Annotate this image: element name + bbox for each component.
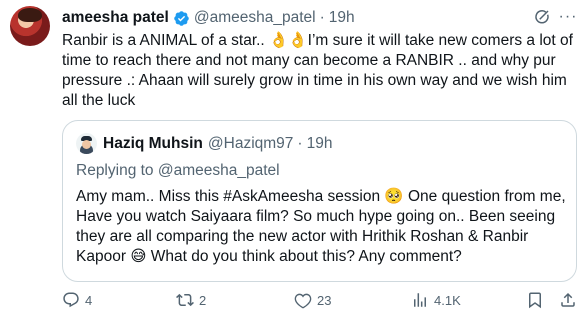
bookmark-icon bbox=[529, 292, 541, 309]
grok-icon[interactable] bbox=[533, 8, 551, 26]
like-count: 23 bbox=[317, 292, 332, 308]
share-button[interactable] bbox=[559, 289, 582, 311]
repost-button[interactable]: 2 bbox=[176, 289, 206, 311]
quote-author-handle[interactable]: @Haziqm97 bbox=[208, 135, 294, 153]
replying-to: Replying to @ameesha_patel bbox=[76, 162, 280, 180]
reply-count: 4 bbox=[85, 292, 93, 308]
post-text: Ranbir is a ANIMAL of a star.. 👌👌I’m sur… bbox=[62, 31, 577, 111]
repost-icon bbox=[176, 293, 194, 307]
action-bar: 4 2 23 4.1K bbox=[62, 289, 577, 311]
author-handle[interactable]: @ameesha_patel bbox=[194, 9, 316, 27]
author-avatar[interactable] bbox=[10, 6, 50, 46]
header-separator: · bbox=[319, 9, 325, 26]
views-button[interactable]: 4.1K bbox=[411, 289, 461, 311]
post-text-line: Ranbir is a ANIMAL of a star.. 👌👌I’m sur… bbox=[62, 32, 573, 49]
quoted-post[interactable]: Haziq Muhsin @Haziqm97 · 19h Replying to… bbox=[62, 120, 577, 282]
author-name[interactable]: ameesha patel bbox=[62, 9, 169, 27]
reply-button[interactable]: 4 bbox=[62, 289, 92, 311]
quote-text-line: they are all comparing the new actor wit… bbox=[76, 228, 529, 245]
views-icon bbox=[414, 293, 426, 307]
views-count: 4.1K bbox=[434, 292, 461, 308]
post-header: ameesha patel @ameesha_patel · 19h bbox=[62, 7, 355, 29]
quote-header: Haziq Muhsin @Haziqm97 · 19h bbox=[103, 133, 332, 155]
post-text-line: time to reach there and not many can bec… bbox=[62, 52, 556, 69]
bookmark-button[interactable] bbox=[526, 289, 549, 311]
more-icon[interactable]: ··· bbox=[558, 7, 578, 27]
quote-time[interactable]: 19h bbox=[307, 135, 333, 153]
reply-icon bbox=[63, 292, 79, 308]
replying-to-mention[interactable]: @ameesha_patel bbox=[158, 162, 280, 179]
quote-text: Amy mam.. Miss this #AskAmeesha session … bbox=[76, 187, 571, 267]
post-text-line: pressure .: Ahaan will surely grow in ti… bbox=[62, 72, 567, 89]
quote-author-name[interactable]: Haziq Muhsin bbox=[103, 135, 203, 153]
quote-text-line: Amy mam.. Miss this #AskAmeesha session … bbox=[76, 188, 566, 205]
post-time[interactable]: 19h bbox=[329, 9, 355, 27]
quote-author-avatar[interactable] bbox=[76, 133, 97, 154]
post-text-line: all the luck bbox=[62, 92, 136, 109]
repost-count: 2 bbox=[199, 292, 207, 308]
quote-header-separator: · bbox=[297, 135, 303, 152]
quote-text-line: Kapoor 😅 What do you think about this? A… bbox=[76, 248, 462, 265]
like-icon bbox=[294, 293, 312, 309]
replying-to-prefix: Replying to bbox=[76, 162, 158, 179]
share-icon bbox=[561, 292, 575, 307]
like-button[interactable]: 23 bbox=[294, 289, 331, 311]
quote-text-line: Have you watch Saiyaara film? So much hy… bbox=[76, 208, 556, 225]
verified-badge-icon bbox=[174, 10, 189, 26]
